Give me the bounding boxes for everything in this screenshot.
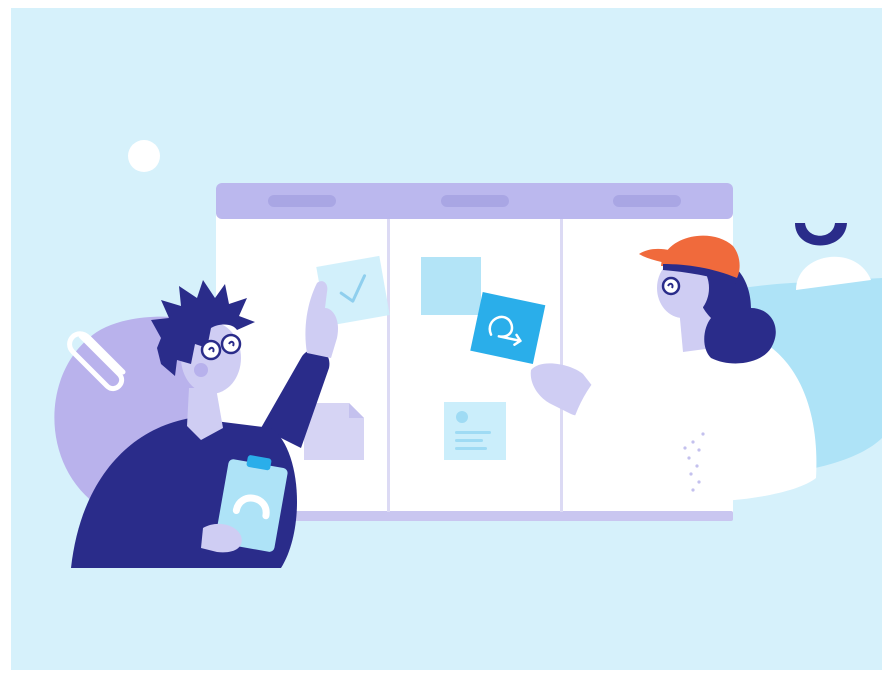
card-light-blue [421, 257, 481, 315]
board-header-pill-3 [613, 195, 681, 207]
profile-card-icon [444, 402, 506, 460]
left-person-cheek [194, 363, 208, 377]
decorative-dot [128, 140, 160, 172]
board-header-pill-2 [441, 195, 509, 207]
board-header-pill-1 [268, 195, 336, 207]
kanban-collaboration-illustration [11, 8, 882, 670]
board-column-divider-1 [387, 219, 390, 512]
illustration-frame [0, 0, 892, 677]
right-person-glasses [661, 276, 681, 296]
navy-arc-shape [795, 223, 847, 246]
